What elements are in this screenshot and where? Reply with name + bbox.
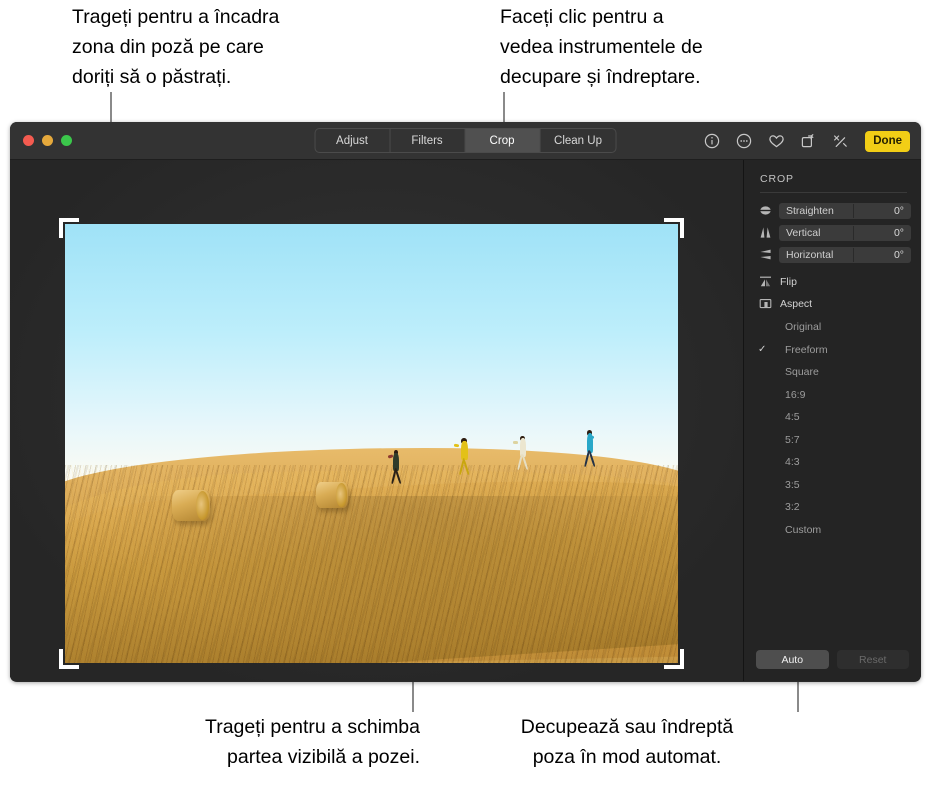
tab-crop[interactable]: Crop xyxy=(465,129,540,152)
aspect-option-original[interactable]: Original xyxy=(744,316,921,339)
menu-aspect[interactable]: Aspect xyxy=(744,293,921,314)
screenshot-root: Trageți pentru a încadra zona din poză p… xyxy=(0,0,931,785)
running-figure xyxy=(457,438,470,473)
straighten-icon xyxy=(758,204,772,218)
aspect-option-label: Square xyxy=(772,366,819,378)
vertical-label: Vertical xyxy=(779,227,820,239)
crop-handle-top-left[interactable] xyxy=(59,218,79,238)
rotate-icon[interactable] xyxy=(799,132,817,150)
straighten-track[interactable]: Straighten 0° xyxy=(779,203,911,219)
aspect-option-freeform[interactable]: ✓ Freeform xyxy=(744,339,921,362)
callout-top-right: Faceți clic pentru a vedea instrumentele… xyxy=(500,2,840,92)
aspect-option-square[interactable]: Square xyxy=(744,361,921,384)
callout-bottom-left: Trageți pentru a schimba partea vizibilă… xyxy=(60,712,420,772)
editor-body: CROP Straighten 0° xyxy=(10,160,921,681)
aspect-option-label: 4:5 xyxy=(772,411,800,423)
aspect-option-3-2[interactable]: 3:2 xyxy=(744,496,921,519)
vertical-value: 0° xyxy=(894,227,911,239)
menu-flip[interactable]: Flip xyxy=(744,271,921,292)
straighten-thumb[interactable] xyxy=(853,204,854,218)
photo-image[interactable] xyxy=(65,224,678,663)
aspect-label: Aspect xyxy=(780,298,812,310)
crop-handle-bottom-left[interactable] xyxy=(59,649,79,669)
running-figure xyxy=(390,450,402,483)
horizontal-thumb[interactable] xyxy=(853,248,854,262)
crop-frame[interactable] xyxy=(65,224,678,663)
zoom-window-button[interactable] xyxy=(61,135,72,146)
close-window-button[interactable] xyxy=(23,135,34,146)
window-traffic-lights xyxy=(23,135,72,146)
aspect-option-label: Original xyxy=(772,321,821,333)
slider-horizontal[interactable]: Horizontal 0° xyxy=(758,246,911,263)
sidebar-footer-buttons: Auto Reset xyxy=(744,650,921,669)
minimize-window-button[interactable] xyxy=(42,135,53,146)
aspect-icon xyxy=(758,297,772,311)
sidebar-section-title: CROP xyxy=(744,160,921,192)
aspect-option-5-7[interactable]: 5:7 xyxy=(744,429,921,452)
hay-bale xyxy=(172,490,210,522)
aspect-option-3-5[interactable]: 3:5 xyxy=(744,474,921,497)
tab-adjust[interactable]: Adjust xyxy=(315,129,390,152)
horizontal-perspective-icon xyxy=(758,248,772,262)
running-figure xyxy=(583,430,596,466)
done-button[interactable]: Done xyxy=(865,131,910,152)
aspect-option-label: 3:5 xyxy=(772,479,800,491)
crop-handle-top-right[interactable] xyxy=(664,218,684,238)
horizontal-track[interactable]: Horizontal 0° xyxy=(779,247,911,263)
aspect-check-freeform: ✓ xyxy=(758,344,772,355)
vertical-thumb[interactable] xyxy=(853,226,854,240)
aspect-option-16-9[interactable]: 16:9 xyxy=(744,384,921,407)
aspect-options-list: Original ✓ Freeform Square 16:9 xyxy=(744,316,921,541)
aspect-option-4-5[interactable]: 4:5 xyxy=(744,406,921,429)
toolbar-actions: Done xyxy=(703,122,910,160)
field-shadow xyxy=(65,496,678,663)
tab-filters[interactable]: Filters xyxy=(390,129,465,152)
reset-button[interactable]: Reset xyxy=(837,650,910,669)
aspect-option-custom[interactable]: Custom xyxy=(744,519,921,542)
flip-label: Flip xyxy=(780,276,797,288)
window-toolbar: Adjust Filters Crop Clean Up xyxy=(10,122,921,160)
callout-bottom-right: Decupează sau îndreptă poza în mod autom… xyxy=(452,712,802,772)
hay-bale xyxy=(316,482,348,508)
horizontal-label: Horizontal xyxy=(779,249,833,261)
slider-vertical[interactable]: Vertical 0° xyxy=(758,224,911,241)
slider-straighten[interactable]: Straighten 0° xyxy=(758,202,911,219)
auto-button[interactable]: Auto xyxy=(756,650,829,669)
edit-mode-segmented-control[interactable]: Adjust Filters Crop Clean Up xyxy=(314,128,617,153)
photos-editor-window: Adjust Filters Crop Clean Up xyxy=(10,122,921,682)
more-options-icon[interactable] xyxy=(735,132,753,150)
running-figure xyxy=(516,436,529,470)
aspect-option-label: 3:2 xyxy=(772,501,800,513)
aspect-option-label: Custom xyxy=(772,524,821,536)
aspect-option-label: Freeform xyxy=(772,344,828,356)
aspect-option-label: 4:3 xyxy=(772,456,800,468)
info-icon[interactable] xyxy=(703,132,721,150)
favorite-heart-icon[interactable] xyxy=(767,132,785,150)
crop-sidebar: CROP Straighten 0° xyxy=(743,160,921,681)
vertical-perspective-icon xyxy=(758,226,772,240)
tab-clean-up[interactable]: Clean Up xyxy=(540,129,616,152)
auto-enhance-wand-icon[interactable] xyxy=(831,132,849,150)
horizontal-value: 0° xyxy=(894,249,911,261)
flip-icon xyxy=(758,275,772,289)
photo-canvas xyxy=(10,160,743,681)
straighten-label: Straighten xyxy=(779,205,834,217)
straighten-value: 0° xyxy=(894,205,911,217)
aspect-option-label: 16:9 xyxy=(772,389,805,401)
vertical-track[interactable]: Vertical 0° xyxy=(779,225,911,241)
aspect-option-label: 5:7 xyxy=(772,434,800,446)
sidebar-divider xyxy=(760,192,907,193)
callout-top-left: Trageți pentru a încadra zona din poză p… xyxy=(72,2,402,92)
crop-handle-bottom-right[interactable] xyxy=(664,649,684,669)
aspect-option-4-3[interactable]: 4:3 xyxy=(744,451,921,474)
